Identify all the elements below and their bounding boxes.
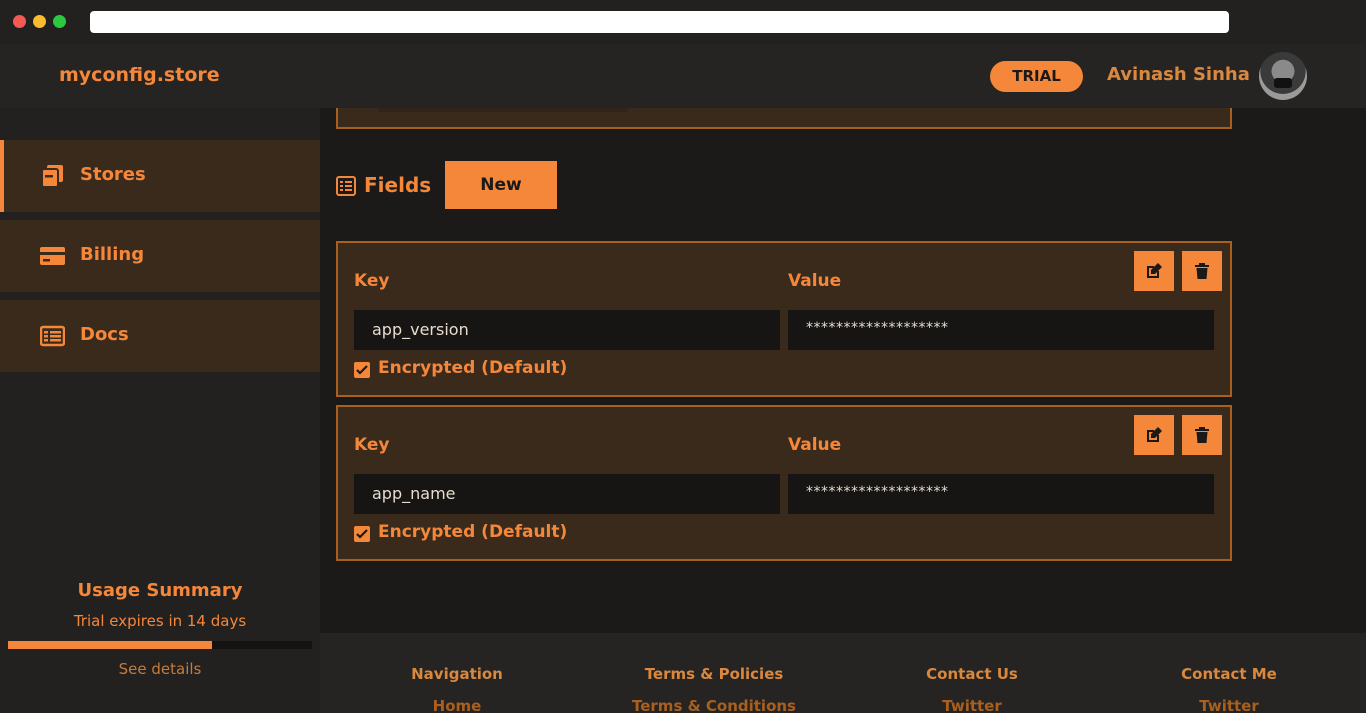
credit-card-icon [40,247,65,265]
avatar[interactable] [1259,52,1307,100]
main-content: Fields New Key Value app_version *******… [320,108,1366,633]
sidebar: Stores Billing Docs Usage Summary Trial … [0,108,320,713]
sidebar-item-stores[interactable]: Stores [0,140,320,212]
usage-progress-bar [8,641,312,649]
footer: Navigation Home Terms & Policies Terms &… [320,633,1366,713]
encrypted-label[interactable]: Encrypted (Default) [378,522,567,542]
app-header: myconfig.store TRIAL Avinash Sinha [0,44,1366,108]
value-input[interactable]: ******************* [788,474,1214,514]
footer-link-home[interactable]: Home [347,697,567,713]
minimize-window-icon[interactable] [33,15,46,28]
stores-icon [41,165,63,188]
trial-badge[interactable]: TRIAL [990,61,1083,92]
trial-expiry-text: Trial expires in 14 days [73,612,247,630]
value-input[interactable]: ******************* [788,310,1214,350]
trash-icon [1195,263,1209,279]
previous-field-card [336,108,1232,129]
encrypted-checkbox[interactable] [354,526,370,542]
key-input[interactable]: app_name [354,474,780,514]
encrypted-checkbox[interactable] [354,362,370,378]
usage-progress-fill [8,641,212,649]
maximize-window-icon[interactable] [53,15,66,28]
field-card: Key Value app_version ******************… [336,241,1232,397]
footer-column-contact-me: Contact Me Twitter [1119,665,1339,713]
sidebar-item-label: Docs [80,324,129,345]
edit-button[interactable] [1134,415,1174,455]
delete-button[interactable] [1182,251,1222,291]
docs-icon [40,325,65,347]
sidebar-item-docs[interactable]: Docs [0,300,320,372]
value-label: Value [788,435,842,455]
footer-heading: Navigation [411,665,503,683]
user-name[interactable]: Avinash Sinha [1107,64,1250,85]
close-window-icon[interactable] [13,15,26,28]
footer-link-twitter[interactable]: Twitter [862,697,1082,713]
fields-section-title: Fields [364,173,432,197]
value-label: Value [788,271,842,291]
footer-column-navigation: Navigation Home [347,665,567,713]
fields-list-icon [336,176,356,196]
encrypted-label[interactable]: Encrypted (Default) [378,358,567,378]
sidebar-item-label: Billing [80,244,145,265]
footer-column-terms: Terms & Policies Terms & Conditions [604,665,824,713]
footer-heading: Terms & Policies [644,665,784,683]
usage-summary-title: Usage Summary [77,580,243,601]
footer-heading: Contact Me [1181,665,1277,683]
checkmark-icon [356,365,368,375]
footer-link-twitter[interactable]: Twitter [1119,697,1339,713]
app-logo[interactable]: myconfig.store [59,64,220,86]
new-field-button[interactable]: New [445,161,557,209]
key-label: Key [354,271,390,291]
sidebar-item-label: Stores [80,164,146,185]
browser-chrome [0,0,1366,44]
address-bar[interactable] [90,11,1229,33]
sidebar-item-billing[interactable]: Billing [0,220,320,292]
see-details-link[interactable]: See details [0,660,320,678]
trash-icon [1195,427,1209,443]
footer-heading: Contact Us [926,665,1018,683]
checkmark-icon [356,529,368,539]
key-label: Key [354,435,390,455]
edit-icon [1147,427,1162,442]
footer-column-contact-us: Contact Us Twitter [862,665,1082,713]
edit-icon [1147,263,1162,278]
field-card: Key Value app_name ******************* E… [336,405,1232,561]
key-input[interactable]: app_version [354,310,780,350]
edit-button[interactable] [1134,251,1174,291]
footer-link-terms[interactable]: Terms & Conditions [604,697,824,713]
delete-button[interactable] [1182,415,1222,455]
